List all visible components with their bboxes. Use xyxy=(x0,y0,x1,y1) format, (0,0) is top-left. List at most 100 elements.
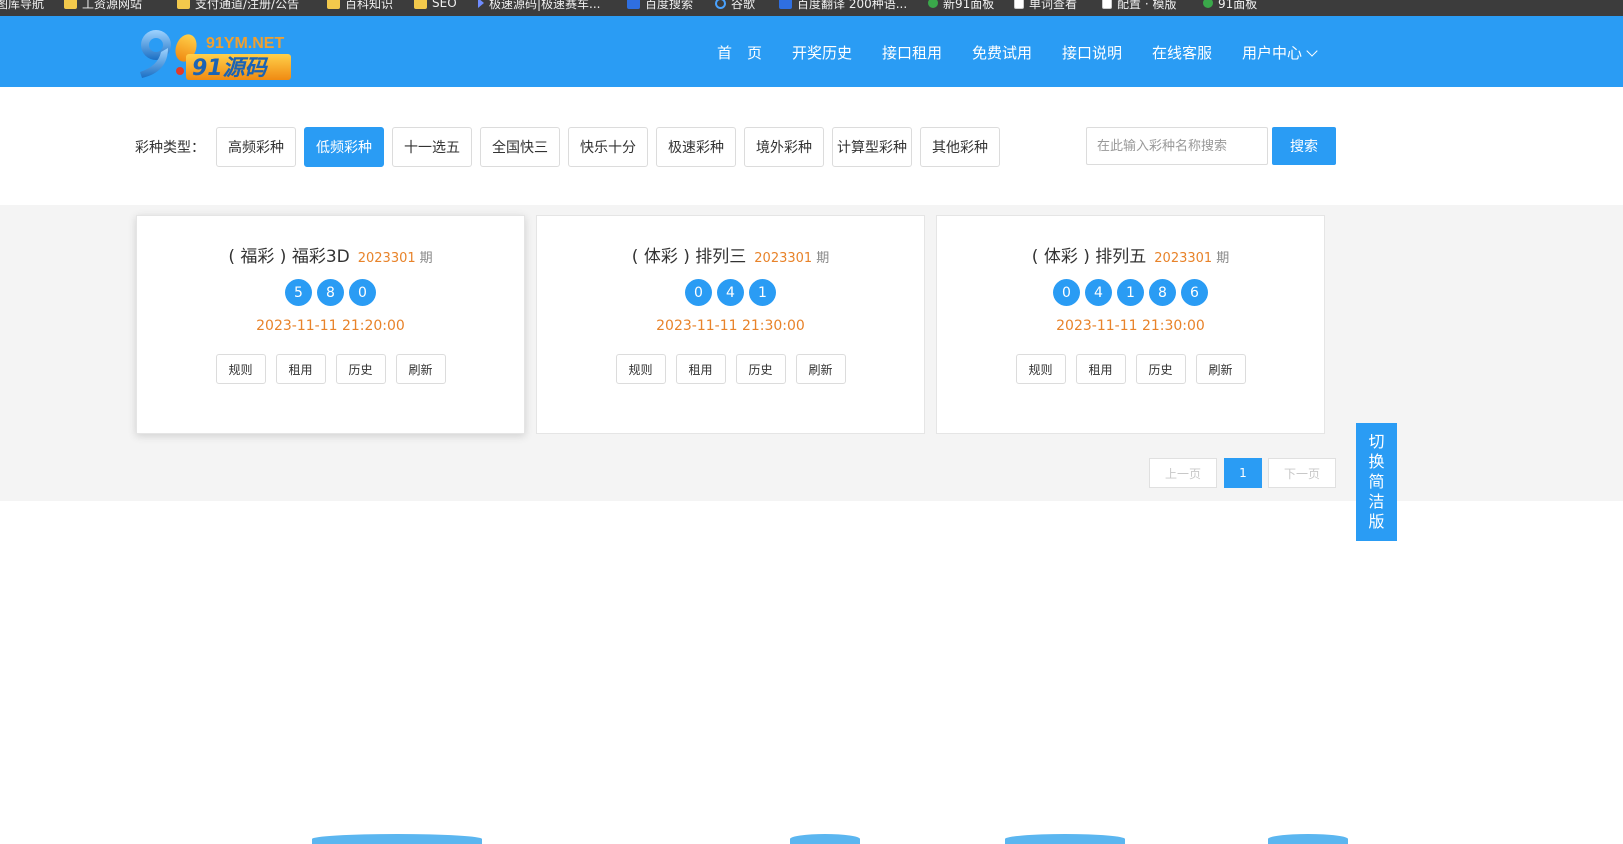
site-header: 91YM.NET 91源码 首 页 开奖历史 接口租用 免费试用 接口说明 在线… xyxy=(0,16,1623,87)
bookmark-label: 图库导航 xyxy=(0,0,45,11)
bookmark-label: 谷歌 xyxy=(731,0,756,11)
history-button[interactable]: 历史 xyxy=(1135,354,1186,384)
panel-icon xyxy=(928,0,938,8)
lottery-type-label: 彩种类型： xyxy=(135,140,205,156)
card-issue-suffix: 期 xyxy=(419,251,433,266)
footer-wave-decoration xyxy=(1005,834,1125,844)
bookmark-item[interactable]: 91面板 xyxy=(1203,0,1257,12)
bookmark-item[interactable]: 单词查看 xyxy=(1014,0,1077,12)
card-issue-number: 2023301 xyxy=(1154,251,1213,266)
tab-speed[interactable]: 极速彩种 xyxy=(656,127,736,167)
nav-api-docs[interactable]: 接口说明 xyxy=(1062,42,1122,63)
nav-home[interactable]: 首 页 xyxy=(717,42,762,63)
bookmark-item[interactable]: 支付通道/注册/公告 xyxy=(177,0,299,12)
draw-ball: 4 xyxy=(1085,279,1112,306)
refresh-button[interactable]: 刷新 xyxy=(395,354,446,384)
site-logo[interactable]: 91YM.NET 91源码 xyxy=(134,26,299,84)
bookmark-label: 百度翻译 200种语... xyxy=(797,0,908,11)
rent-button[interactable]: 租用 xyxy=(275,354,326,384)
panel-icon xyxy=(1203,0,1213,8)
lottery-card: ( 体彩 ) 排列三 2023301 期 0 4 1 2023-11-11 21:3… xyxy=(536,215,925,434)
page-icon xyxy=(1014,0,1024,9)
bookmark-item[interactable]: 百度翻译 200种语... xyxy=(779,0,907,12)
tab-high-frequency[interactable]: 高频彩种 xyxy=(216,127,296,167)
card-actions: 规则 租用 历史 刷新 xyxy=(537,354,924,384)
bookmark-item[interactable]: SEO xyxy=(414,0,457,12)
tab-low-frequency[interactable]: 低频彩种 xyxy=(304,127,384,167)
nav-api-rental[interactable]: 接口租用 xyxy=(882,42,942,63)
bookmark-item[interactable]: 工资源网站 xyxy=(64,0,142,12)
bookmark-label: 91面板 xyxy=(1218,0,1258,11)
folder-icon xyxy=(177,0,190,9)
chevron-down-icon xyxy=(1306,45,1318,57)
rules-button[interactable]: 规则 xyxy=(615,354,666,384)
folder-icon xyxy=(414,0,427,9)
lottery-card: ( 福彩 ) 福彩3D 2023301 期 5 8 0 2023-11-11 21:… xyxy=(136,215,525,434)
rules-button[interactable]: 规则 xyxy=(1015,354,1066,384)
next-page-button[interactable]: 下一页 xyxy=(1268,458,1336,488)
card-title: ( 体彩 ) 排列五 2023301 期 xyxy=(937,242,1324,267)
search-input[interactable] xyxy=(1086,127,1268,165)
tab-11-choose-5[interactable]: 十一选五 xyxy=(392,127,472,167)
card-title: ( 福彩 ) 福彩3D 2023301 期 xyxy=(137,242,524,267)
nav-online-service[interactable]: 在线客服 xyxy=(1152,42,1212,63)
footer-wave-decoration xyxy=(1268,834,1348,844)
lottery-card: ( 体彩 ) 排列五 2023301 期 0 4 1 8 6 2023-11-11 … xyxy=(936,215,1325,434)
tab-national-k3[interactable]: 全国快三 xyxy=(480,127,560,167)
bookmark-item[interactable]: 极速源码|极速赛车... xyxy=(478,0,601,12)
switch-simple-version-button[interactable]: 切换简洁版 xyxy=(1356,423,1397,541)
draw-numbers: 0 4 1 xyxy=(537,279,924,306)
bookmark-item[interactable]: 谷歌 xyxy=(715,0,755,12)
card-issue-number: 2023301 xyxy=(754,251,813,266)
bookmark-item[interactable]: 百度搜索 xyxy=(627,0,693,12)
draw-time: 2023-11-11 21:30:00 xyxy=(656,318,805,334)
page-icon xyxy=(1102,0,1112,9)
bookmark-label: 配置 · 模版 xyxy=(1117,0,1177,11)
bookmark-label: SEO xyxy=(432,0,457,10)
draw-ball: 0 xyxy=(1053,279,1080,306)
nav-user-center[interactable]: 用户中心 xyxy=(1242,42,1318,63)
bookmark-item[interactable]: 配置 · 模版 xyxy=(1102,0,1176,12)
tab-happy-10[interactable]: 快乐十分 xyxy=(568,127,648,167)
draw-ball: 8 xyxy=(317,279,344,306)
refresh-button[interactable]: 刷新 xyxy=(1195,354,1246,384)
card-actions: 规则 租用 历史 刷新 xyxy=(137,354,524,384)
rent-button[interactable]: 租用 xyxy=(675,354,726,384)
nav-free-trial[interactable]: 免费试用 xyxy=(972,42,1032,63)
prev-page-button[interactable]: 上一页 xyxy=(1149,458,1217,488)
folder-icon xyxy=(327,0,340,9)
bookmark-label: 百科知识 xyxy=(345,0,394,11)
bookmark-item[interactable]: 新91面板 xyxy=(928,0,994,12)
history-button[interactable]: 历史 xyxy=(735,354,786,384)
bookmark-label: 新91面板 xyxy=(943,0,995,11)
history-button[interactable]: 历史 xyxy=(335,354,386,384)
search-button[interactable]: 搜索 xyxy=(1272,127,1336,165)
card-issue-suffix: 期 xyxy=(816,251,830,266)
bookmark-label: 工资源网站 xyxy=(82,0,143,11)
refresh-button[interactable]: 刷新 xyxy=(795,354,846,384)
draw-ball: 8 xyxy=(1149,279,1176,306)
bookmark-label: 极速源码|极速赛车... xyxy=(489,0,601,11)
bookmark-label: 支付通道/注册/公告 xyxy=(195,0,300,11)
tab-computed[interactable]: 计算型彩种 xyxy=(832,127,912,167)
card-actions: 规则 租用 历史 刷新 xyxy=(937,354,1324,384)
draw-ball: 0 xyxy=(685,279,712,306)
folder-icon xyxy=(64,0,77,9)
card-lottery-name: ( 体彩 ) 排列三 xyxy=(631,247,747,267)
draw-numbers: 0 4 1 8 6 xyxy=(937,279,1324,306)
nav-draw-history[interactable]: 开奖历史 xyxy=(792,42,852,63)
draw-ball: 6 xyxy=(1181,279,1208,306)
rules-button[interactable]: 规则 xyxy=(215,354,266,384)
bookmark-item[interactable]: 图库导航 xyxy=(0,0,44,12)
bookmark-item[interactable]: 百科知识 xyxy=(327,0,393,12)
draw-time: 2023-11-11 21:20:00 xyxy=(256,318,405,334)
rent-button[interactable]: 租用 xyxy=(1075,354,1126,384)
arrow-icon xyxy=(478,0,484,8)
draw-ball: 1 xyxy=(749,279,776,306)
logo-brand-text: 91源码 xyxy=(192,56,269,81)
tab-overseas[interactable]: 境外彩种 xyxy=(744,127,824,167)
google-icon xyxy=(715,0,726,9)
card-issue-number: 2023301 xyxy=(357,251,416,266)
page-number-button[interactable]: 1 xyxy=(1224,458,1262,488)
tab-other[interactable]: 其他彩种 xyxy=(920,127,1000,167)
